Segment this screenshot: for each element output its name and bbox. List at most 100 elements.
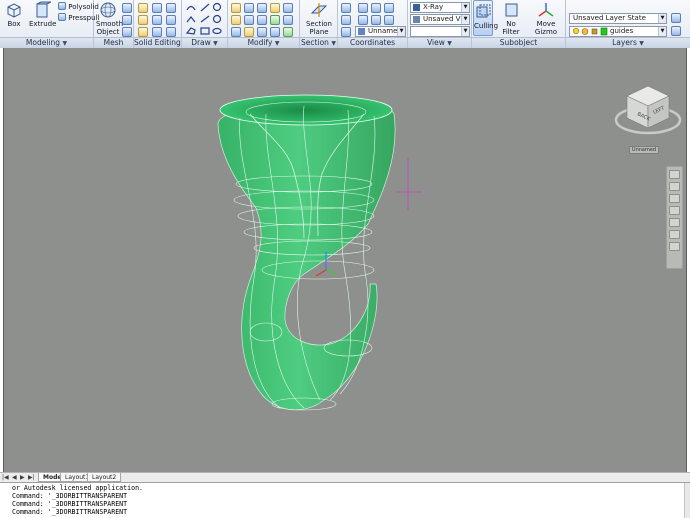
move-gizmo-label: Move Gizmo — [534, 20, 558, 36]
draw-panel: Draw ▼ — [182, 0, 228, 48]
section-panel-label[interactable]: Section ▼ — [300, 37, 337, 48]
imprint-icon[interactable] — [152, 27, 162, 37]
ucs-icon-7[interactable] — [384, 15, 394, 25]
tab-prev-arrow[interactable]: ◀ — [12, 474, 17, 481]
no-filter-icon — [505, 3, 518, 17]
command-line-window[interactable]: or Autodesk licensed application. Comman… — [0, 482, 690, 518]
culling-button[interactable]: Culling — [473, 0, 498, 36]
polysolid-button[interactable]: Polysolid — [58, 2, 99, 12]
tab-next-arrow[interactable]: ▶ — [20, 474, 25, 481]
ucs-name-menu[interactable]: Unnamed — [629, 146, 659, 154]
view-blank-arrow[interactable]: ▼ — [461, 27, 469, 36]
modify-tool-icon-3[interactable] — [257, 3, 267, 13]
modify-tool-icon-8[interactable] — [257, 15, 267, 25]
visual-style-arrow[interactable]: ▼ — [461, 3, 469, 12]
modify-panel-label[interactable]: Modify ▼ — [228, 37, 299, 48]
model-canvas[interactable] — [4, 48, 687, 472]
draw-panel-label[interactable]: Draw ▼ — [182, 37, 227, 48]
layer-combo[interactable]: guides ▼ — [569, 26, 667, 37]
nav-extra-icon-1[interactable] — [669, 230, 680, 239]
mesh-tool-icon-3[interactable] — [122, 27, 132, 37]
layer-combo-arrow[interactable]: ▼ — [658, 27, 666, 36]
ucs-combo-arrow[interactable]: ▼ — [397, 27, 405, 36]
modify-tool-icon-12[interactable] — [244, 27, 254, 37]
extract-edges-icon[interactable] — [166, 3, 176, 13]
separate-icon[interactable] — [166, 15, 176, 25]
tab-last-arrow[interactable]: ▶| — [28, 474, 35, 481]
box-button[interactable]: Box — [3, 1, 25, 28]
draw-tools-icons[interactable] — [185, 2, 227, 36]
modify-tool-icon-2[interactable] — [244, 3, 254, 13]
visual-style-combo[interactable]: X-Ray ▼ — [410, 2, 470, 13]
modify-tool-icon-4[interactable] — [270, 3, 280, 13]
tab-first-arrow[interactable]: |◀ — [2, 474, 9, 481]
nav-pan-icon[interactable] — [669, 182, 680, 191]
layout-tabs-bar: |◀ ◀ ▶ ▶| Model Layout1 Layout2 — [0, 472, 690, 482]
ucs-icon-6[interactable] — [371, 15, 381, 25]
layers-panel-label[interactable]: Layers ▼ — [566, 37, 690, 48]
ucs-icon-3[interactable] — [371, 3, 381, 13]
ucs-icon-5[interactable] — [358, 15, 368, 25]
ucs-icon-2[interactable] — [358, 3, 368, 13]
make-current-layer-icon[interactable] — [671, 26, 681, 36]
slice-icon[interactable] — [152, 3, 162, 13]
tab-layout2[interactable]: Layout2 — [87, 473, 122, 482]
drawing-viewport[interactable]: BACK LEFT Unnamed — [3, 48, 687, 472]
layer-properties-icon[interactable] — [671, 13, 681, 23]
modify-tool-icon-14[interactable] — [270, 27, 280, 37]
mesh-panel-label[interactable]: Mesh — [94, 37, 133, 48]
viewcube[interactable]: BACK LEFT — [613, 76, 683, 146]
modify-tool-icon-5[interactable] — [283, 3, 293, 13]
modeling-panel: Box Extrude Polysolid Presspull Modeling… — [0, 0, 99, 48]
smooth-object-button[interactable]: Smooth Object — [96, 1, 123, 36]
intersect-icon[interactable] — [138, 27, 148, 37]
nav-steering-wheel-icon[interactable] — [669, 170, 680, 179]
presspull-icon — [58, 13, 66, 21]
green-twisted-model[interactable] — [217, 94, 396, 411]
modify-tool-icon-11[interactable] — [231, 27, 241, 37]
navigation-bar[interactable] — [666, 166, 683, 269]
modify-tool-icon-7[interactable] — [244, 15, 254, 25]
nav-orbit-icon[interactable] — [669, 206, 680, 215]
subtract-icon[interactable] — [138, 15, 148, 25]
section-plane-button[interactable]: Section Plane — [303, 1, 335, 36]
view-panel: X-Ray ▼ Unsaved View ▼ ▼ View ▼ — [408, 0, 472, 48]
ucs-icon-4[interactable] — [384, 3, 394, 13]
nav-showmotion-icon[interactable] — [669, 218, 680, 227]
ucs-combo-icon — [358, 28, 365, 35]
modify-tool-icon-1[interactable] — [231, 3, 241, 13]
subobject-panel-label[interactable]: Subobject — [472, 37, 565, 48]
culling-icon — [476, 4, 491, 18]
nav-extra-icon-2[interactable] — [669, 242, 680, 251]
mesh-tool-icon-2[interactable] — [122, 15, 132, 25]
ucs-world-icon[interactable] — [341, 3, 351, 13]
coordinates-panel-label[interactable]: Coordinates — [338, 37, 407, 48]
layer-state-value: Unsaved Layer State — [573, 14, 646, 22]
shell-icon[interactable] — [166, 27, 176, 37]
view-blank-combo[interactable]: ▼ — [410, 26, 470, 37]
layer-state-combo[interactable]: Unsaved Layer State ▼ — [569, 13, 667, 24]
solid-editing-panel-label[interactable]: Solid Editing ▼ — [134, 37, 181, 48]
ucs-combo[interactable]: Unnamed ▼ — [355, 26, 406, 37]
modify-tool-icon-15[interactable] — [283, 27, 293, 37]
no-filter-button[interactable]: No Filter — [497, 1, 525, 36]
modify-tool-icon-9[interactable] — [270, 15, 280, 25]
ucs-x-icon[interactable] — [341, 15, 351, 25]
view-combo[interactable]: Unsaved View ▼ — [410, 14, 470, 25]
modify-tool-icon-10[interactable] — [283, 15, 293, 25]
move-gizmo-button[interactable]: Move Gizmo — [528, 1, 564, 36]
extrude-button[interactable]: Extrude — [29, 1, 56, 28]
view-panel-label[interactable]: View ▼ — [408, 37, 471, 48]
layer-state-arrow[interactable]: ▼ — [658, 14, 666, 23]
modify-tool-icon-13[interactable] — [257, 27, 267, 37]
mesh-tool-icon-1[interactable] — [122, 3, 132, 13]
thicken-icon[interactable] — [152, 15, 162, 25]
modeling-panel-label[interactable]: Modeling ▼ — [0, 37, 93, 48]
union-icon[interactable] — [138, 3, 148, 13]
box-icon — [7, 3, 21, 18]
command-line-scrollbar[interactable] — [684, 483, 690, 518]
view-combo-arrow[interactable]: ▼ — [461, 15, 469, 24]
nav-zoom-icon[interactable] — [669, 194, 680, 203]
modify-tool-icon-6[interactable] — [231, 15, 241, 25]
ucs-icon-8[interactable] — [341, 27, 351, 37]
